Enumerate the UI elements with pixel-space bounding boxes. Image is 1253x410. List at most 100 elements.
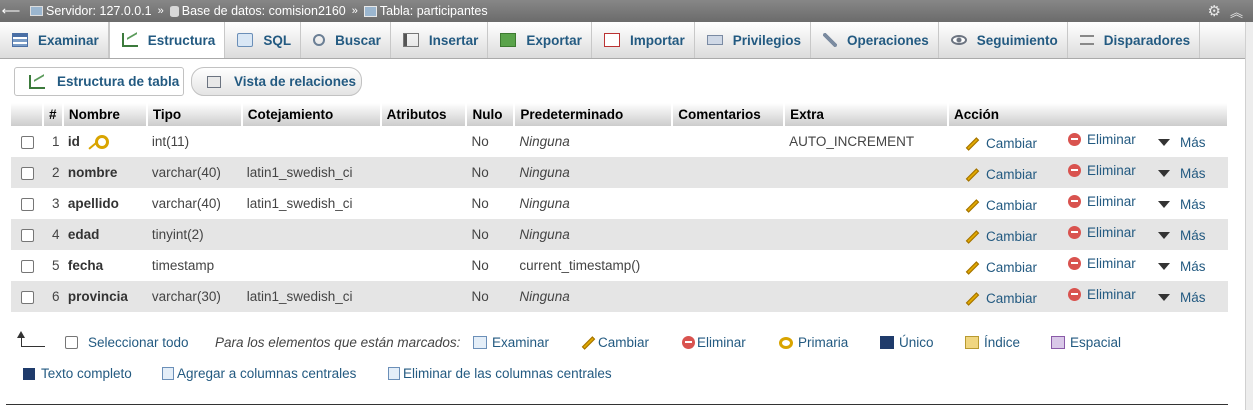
breadcrumb-table-label[interactable]: Tabla: participantes [380, 4, 488, 18]
column-name-text[interactable]: fecha [68, 258, 103, 273]
vertical-scrollbar[interactable] [1245, 22, 1253, 410]
tab-sql[interactable]: SQL [225, 22, 302, 58]
column-name[interactable]: edad [62, 219, 147, 250]
column-comments [672, 188, 785, 219]
column-attributes [380, 281, 467, 312]
subtab-table-structure[interactable]: Estructura de tabla [14, 67, 184, 96]
tab-insertar[interactable]: Insertar [391, 22, 489, 58]
change-button[interactable]: Cambiar [965, 260, 1068, 275]
row-number: 3 [42, 188, 63, 219]
bulk-browse-button[interactable]: Examinar [473, 335, 549, 350]
tab-disparadores[interactable]: Disparadores [1068, 22, 1201, 58]
divider [6, 404, 1228, 405]
column-attributes [380, 250, 467, 281]
column-name[interactable]: apellido [62, 188, 147, 219]
change-button[interactable]: Cambiar [965, 136, 1068, 151]
tab-estructura[interactable]: Estructura [108, 22, 226, 58]
bulk-fulltext-button[interactable]: Texto completo [23, 366, 132, 381]
drop-button[interactable]: Eliminar [1068, 132, 1158, 147]
bulk-drop-button[interactable]: Eliminar [682, 335, 746, 350]
settings-gear-icon[interactable]: ⚙ [1208, 2, 1221, 20]
column-name[interactable]: fecha [62, 250, 147, 281]
breadcrumb-database-label[interactable]: Base de datos: comision2160 [182, 4, 346, 18]
select-all-label[interactable]: Seleccionar todo [88, 335, 189, 350]
bulk-primary-button[interactable]: Primaria [779, 335, 848, 350]
bulk-change-button[interactable]: Cambiar [581, 335, 649, 350]
select-all-checkbox[interactable] [65, 336, 78, 349]
column-name[interactable]: provincia [62, 281, 147, 312]
breadcrumb-table[interactable]: Tabla: participantes [363, 4, 488, 18]
drop-label: Eliminar [1087, 224, 1136, 240]
header-attributes[interactable]: Atributos [380, 103, 468, 126]
header-collation[interactable]: Cotejamiento [241, 103, 382, 126]
bulk-unique-label: Único [899, 335, 934, 350]
bulk-index-button[interactable]: Índice [965, 335, 1020, 350]
tab-label: Insertar [428, 32, 479, 48]
change-button[interactable]: Cambiar [965, 291, 1068, 306]
row-checkbox[interactable] [21, 290, 34, 304]
more-button[interactable]: Más [1158, 290, 1206, 305]
subtab-relations-view[interactable]: Vista de relaciones [191, 67, 362, 96]
drop-button[interactable]: Eliminar [1068, 225, 1158, 240]
bulk-spatial-button[interactable]: Espacial [1051, 335, 1121, 350]
tab-examinar[interactable]: Examinar [0, 22, 109, 58]
row-checkbox[interactable] [21, 197, 34, 211]
column-name-text[interactable]: edad [68, 227, 100, 242]
tab-buscar[interactable]: Buscar [301, 22, 391, 58]
header-action[interactable]: Acción [948, 103, 1229, 126]
more-button[interactable]: Más [1158, 197, 1206, 212]
remove-central-columns-button[interactable]: Eliminar de las columnas centrales [388, 366, 612, 381]
column-collation: latin1_swedish_ci [241, 281, 381, 312]
main-tabs: Examinar Estructura SQL Buscar Insertar … [0, 22, 1245, 59]
column-attributes [380, 126, 467, 157]
row-checkbox[interactable] [21, 259, 34, 273]
more-button[interactable]: Más [1158, 135, 1206, 150]
breadcrumb-server-label[interactable]: Servidor: 127.0.0.1 [46, 4, 152, 18]
row-checkbox[interactable] [21, 228, 34, 242]
back-arrow-icon[interactable]: ⟵ [0, 3, 22, 19]
change-button[interactable]: Cambiar [965, 167, 1068, 182]
row-checkbox[interactable] [21, 166, 34, 180]
bulk-unique-button[interactable]: Único [880, 335, 934, 350]
change-button[interactable]: Cambiar [965, 229, 1068, 244]
select-all[interactable]: Seleccionar todo [65, 335, 189, 350]
collapse-icon[interactable]: ︽ [1230, 2, 1243, 21]
header-type[interactable]: Tipo [146, 103, 243, 126]
tab-seguimiento[interactable]: Seguimiento [939, 22, 1068, 58]
tab-privilegios[interactable]: Privilegios [695, 22, 811, 58]
column-name-text[interactable]: nombre [68, 165, 118, 180]
drop-button[interactable]: Eliminar [1068, 194, 1158, 209]
drop-button[interactable]: Eliminar [1068, 163, 1158, 178]
tab-exportar[interactable]: Exportar [488, 22, 592, 58]
spatial-icon [1051, 336, 1065, 349]
tab-operaciones[interactable]: Operaciones [811, 22, 939, 58]
add-central-columns-button[interactable]: Agregar a columnas centrales [162, 366, 356, 381]
breadcrumb-server[interactable]: Servidor: 127.0.0.1 [22, 4, 152, 18]
header-name[interactable]: Nombre [62, 103, 148, 126]
column-name[interactable]: nombre [62, 157, 147, 188]
tab-label: Buscar [335, 32, 381, 48]
add-central-icon [162, 367, 174, 380]
drop-button[interactable]: Eliminar [1068, 256, 1158, 271]
header-extra[interactable]: Extra [784, 103, 949, 126]
more-button[interactable]: Más [1158, 228, 1206, 243]
change-button[interactable]: Cambiar [965, 198, 1068, 213]
header-num[interactable]: # [42, 103, 64, 126]
drop-label: Eliminar [1087, 286, 1136, 302]
more-button[interactable]: Más [1158, 166, 1206, 181]
pencil-icon [581, 335, 596, 350]
column-name-text[interactable]: apellido [68, 196, 119, 211]
column-name-text[interactable]: id [68, 134, 80, 149]
drop-button[interactable]: Eliminar [1068, 287, 1158, 302]
header-null[interactable]: Nulo [466, 103, 516, 126]
column-name-text[interactable]: provincia [68, 289, 128, 304]
select-arrow-icon [17, 332, 45, 348]
breadcrumb-database[interactable]: Base de datos: comision2160 [169, 4, 346, 18]
more-button[interactable]: Más [1158, 259, 1206, 274]
row-checkbox[interactable] [21, 135, 34, 149]
row-number: 6 [42, 281, 63, 312]
column-name[interactable]: id [62, 126, 147, 157]
tab-importar[interactable]: Importar [592, 22, 695, 58]
header-comments[interactable]: Comentarios [672, 103, 786, 126]
header-default[interactable]: Predeterminado [514, 103, 674, 126]
